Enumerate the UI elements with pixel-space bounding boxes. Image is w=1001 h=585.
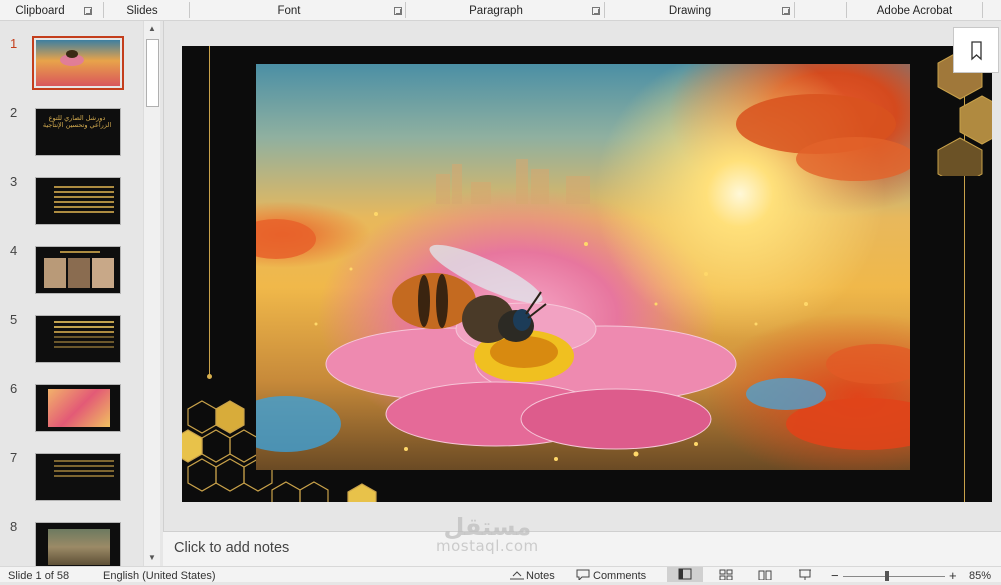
- slide-number: 1: [10, 36, 18, 51]
- slide-2-title: دورشل الصاري للتوع الزراعي وتحسين الإنتا…: [42, 114, 112, 129]
- current-slide[interactable]: [182, 46, 992, 502]
- notes-icon[interactable]: [509, 569, 525, 580]
- group-clipboard: Clipboard: [15, 5, 65, 17]
- group-paragraph: Paragraph: [469, 5, 523, 17]
- slide-thumbnail-8[interactable]: [35, 522, 121, 570]
- comments-icon[interactable]: [576, 569, 591, 580]
- clipboard-launcher-icon[interactable]: [84, 7, 92, 15]
- scroll-up-icon[interactable]: ▲: [144, 21, 160, 37]
- photo-illustration: [256, 94, 910, 461]
- scroll-down-icon[interactable]: ▼: [144, 550, 160, 566]
- slide-number: 4: [10, 243, 18, 258]
- zoom-slider-handle[interactable]: [885, 571, 889, 581]
- slide-number: 5: [10, 312, 18, 327]
- slide-number: 2: [10, 105, 18, 120]
- gold-dot: [207, 374, 212, 379]
- status-bar: Slide 1 of 58 English (United States) No…: [0, 566, 1001, 583]
- notes-toggle[interactable]: Notes: [526, 570, 555, 582]
- group-adobe-acrobat: Adobe Acrobat: [876, 5, 953, 17]
- reading-view-icon[interactable]: [758, 569, 772, 580]
- ribbon-group-labels: Clipboard Slides Font Paragraph Drawing …: [0, 0, 1001, 21]
- slide-sorter-icon[interactable]: [719, 569, 733, 580]
- zoom-level[interactable]: 85%: [969, 570, 991, 582]
- gold-line: [209, 46, 210, 376]
- group-font: Font: [277, 5, 301, 17]
- slide-thumbnail-2[interactable]: دورشل الصاري للتوع الزراعي وتحسين الإنتا…: [35, 108, 121, 156]
- font-launcher-icon[interactable]: [394, 7, 402, 15]
- bookmark-button[interactable]: [953, 27, 999, 73]
- slide-thumbnail-4[interactable]: [35, 246, 121, 294]
- bookmark-icon: [971, 41, 982, 61]
- slide-counter: Slide 1 of 58: [8, 570, 70, 582]
- normal-view-button[interactable]: [667, 567, 703, 582]
- slide-editing-area[interactable]: [163, 21, 1001, 531]
- thumbnail-scrollbar[interactable]: ▲ ▼: [143, 21, 160, 566]
- slide-number: 8: [10, 519, 18, 534]
- group-separator: [982, 2, 983, 18]
- comments-toggle[interactable]: Comments: [593, 570, 646, 582]
- notes-placeholder[interactable]: Click to add notes: [174, 540, 289, 556]
- slide-thumbnail-7[interactable]: [35, 453, 121, 501]
- slide-thumbnail-pane[interactable]: 1 2 دورشل الصاري للتوع الزراعي وتحسين ال…: [0, 21, 162, 570]
- watermark-latin: mostaql.com: [436, 537, 539, 555]
- bee-flower-photo[interactable]: [256, 64, 910, 470]
- group-separator: [794, 2, 795, 18]
- scrollbar-thumb[interactable]: [146, 39, 159, 107]
- group-slides: Slides: [126, 5, 158, 17]
- paragraph-launcher-icon[interactable]: [592, 7, 600, 15]
- slide-number: 7: [10, 450, 18, 465]
- slide-thumbnail-1[interactable]: [32, 36, 124, 90]
- language-indicator[interactable]: English (United States): [103, 570, 216, 582]
- zoom-slider[interactable]: [843, 576, 945, 577]
- group-drawing: Drawing: [668, 5, 712, 17]
- slide-thumbnail-6[interactable]: [35, 384, 121, 432]
- watermark-arabic: مستقل: [443, 513, 532, 541]
- slide-number: 3: [10, 174, 18, 189]
- notes-pane[interactable]: Click to add notes: [163, 531, 1001, 567]
- slide-thumbnail-5[interactable]: [35, 315, 121, 363]
- slide-show-icon[interactable]: [798, 569, 812, 580]
- slide-number: 6: [10, 381, 18, 396]
- normal-view-icon: [678, 568, 692, 580]
- drawing-launcher-icon[interactable]: [782, 7, 790, 15]
- gold-line: [964, 173, 965, 502]
- watermark: مستقل mostaql.com: [436, 515, 539, 554]
- slide-thumbnail-3[interactable]: [35, 177, 121, 225]
